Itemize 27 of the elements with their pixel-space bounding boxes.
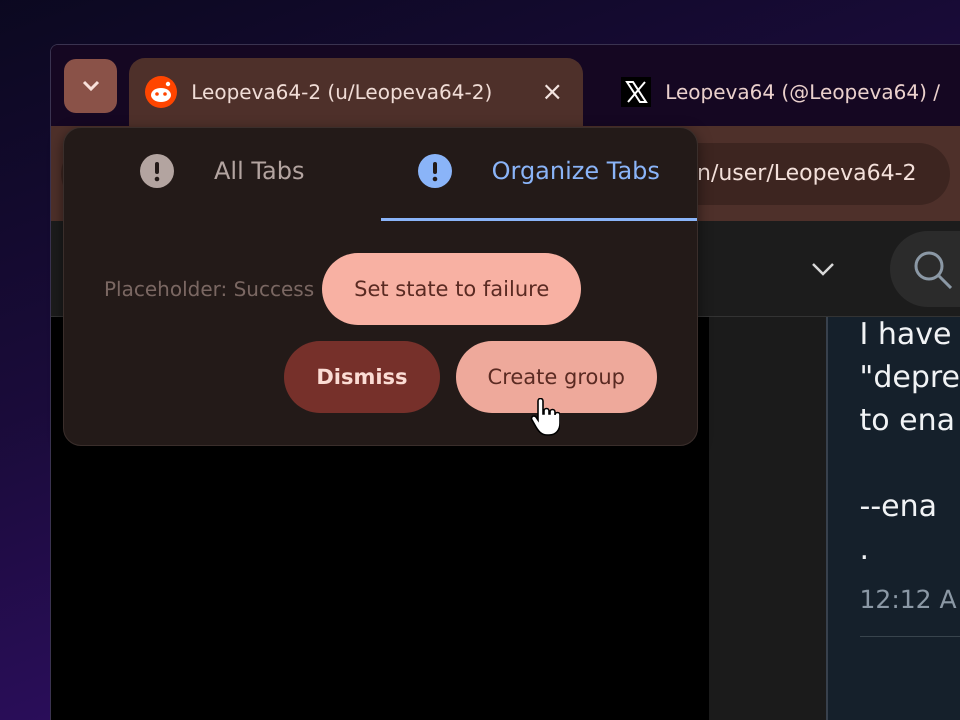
action-button[interactable]: Dismiss — [284, 341, 440, 413]
post-text-line: I have — [860, 316, 953, 354]
alert-icon — [140, 154, 174, 188]
tab-title: Leopeva64-2 (u/Leopeva64-2) — [191, 80, 492, 104]
chevron-down-icon[interactable] — [811, 262, 835, 276]
post-time: 12:12 A — [860, 585, 958, 614]
action-button[interactable]: Create group — [456, 341, 657, 413]
popup-tab[interactable]: Organize Tabs — [380, 128, 697, 221]
x-logo-icon — [621, 77, 652, 107]
browser-tab[interactable]: Leopeva64-2 (u/Leopeva64-2) × — [129, 58, 584, 126]
tab-search-button[interactable] — [64, 59, 118, 113]
status-text: Placeholder: Success — [104, 277, 314, 301]
hand-cursor-icon — [530, 398, 560, 438]
tab-title: Leopeva64 (@Leopeva64) / — [665, 80, 940, 104]
alert-icon — [418, 154, 452, 188]
action-button[interactable]: Set state to failure — [322, 253, 582, 325]
popup-tab[interactable]: All Tabs — [64, 128, 380, 221]
post-text-line: --ena — [860, 488, 938, 526]
post-text-line: "depre — [860, 359, 960, 397]
post-text-line: . — [860, 531, 870, 569]
close-icon[interactable]: × — [541, 77, 564, 107]
browser-tab[interactable]: Leopeva64 (@Leopeva64) / — [595, 58, 960, 126]
chevron-down-icon — [80, 80, 101, 92]
robot-face-icon — [145, 76, 178, 108]
search-field[interactable] — [890, 230, 960, 306]
post-text-line: to ena — [860, 402, 956, 440]
search-icon — [912, 248, 952, 288]
